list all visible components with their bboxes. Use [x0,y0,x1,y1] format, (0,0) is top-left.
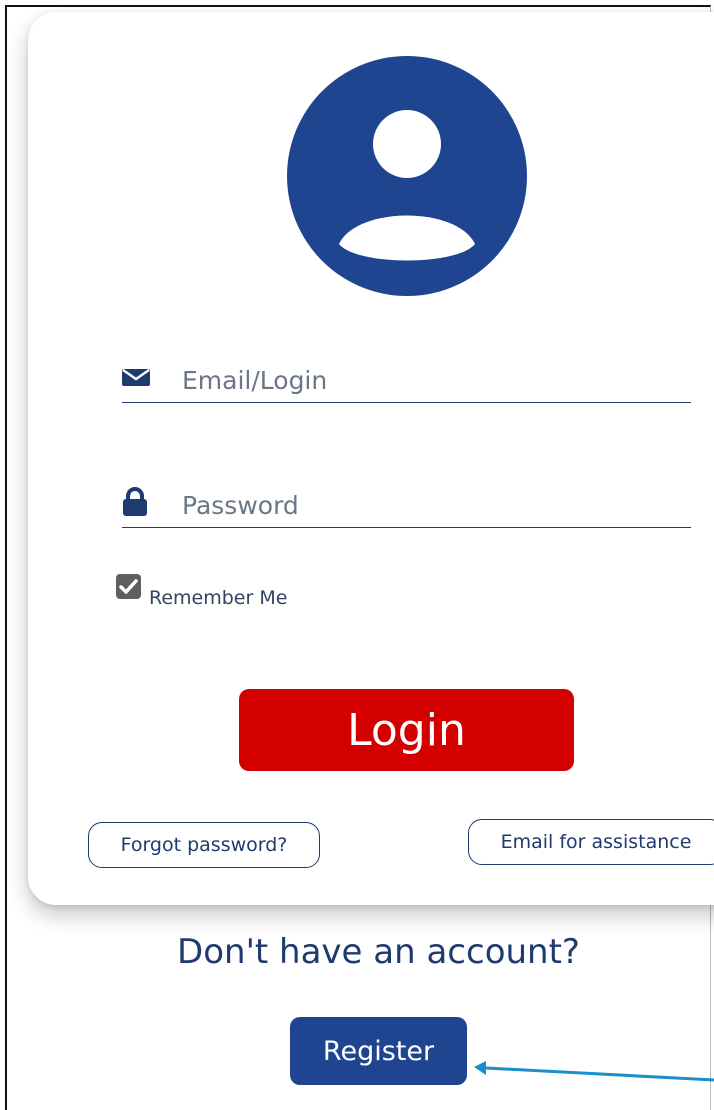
login-button[interactable]: Login [239,689,574,771]
register-button[interactable]: Register [290,1017,467,1085]
password-input[interactable] [180,485,674,525]
remember-label: Remember Me [149,587,288,609]
email-field [122,352,691,403]
forgot-password-button[interactable]: Forgot password? [88,822,320,868]
annotation-arrow [474,1061,714,1082]
remember-checkbox[interactable] [116,574,141,599]
envelope-icon [122,368,150,386]
no-account-prompt: Don't have an account? [177,932,580,972]
login-card: Remember Me Login Forgot password? Email… [28,12,714,905]
checkmark-icon [119,579,138,594]
email-assistance-button[interactable]: Email for assistance [468,819,714,865]
password-field [122,477,691,528]
email-input[interactable] [180,360,674,400]
lock-icon [123,487,147,516]
user-avatar-icon [287,56,527,296]
